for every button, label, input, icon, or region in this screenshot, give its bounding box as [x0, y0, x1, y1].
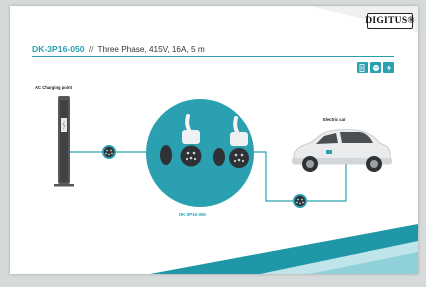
- electric-car-icon: [292, 129, 392, 172]
- cable-connector-icon-right: [293, 194, 307, 208]
- cable-connector-icon-left: [102, 145, 116, 159]
- datasheet-page: DIGITUS® DK-3P16-050 // Three Phase, 415…: [10, 6, 418, 274]
- charging-station-icon: [54, 96, 74, 187]
- product-model-label: DK-3P16-050: [179, 212, 206, 217]
- charging-diagram: [54, 96, 392, 208]
- electric-car-label: Electric car: [323, 117, 346, 122]
- charging-point-label: AC Charging point: [35, 85, 72, 90]
